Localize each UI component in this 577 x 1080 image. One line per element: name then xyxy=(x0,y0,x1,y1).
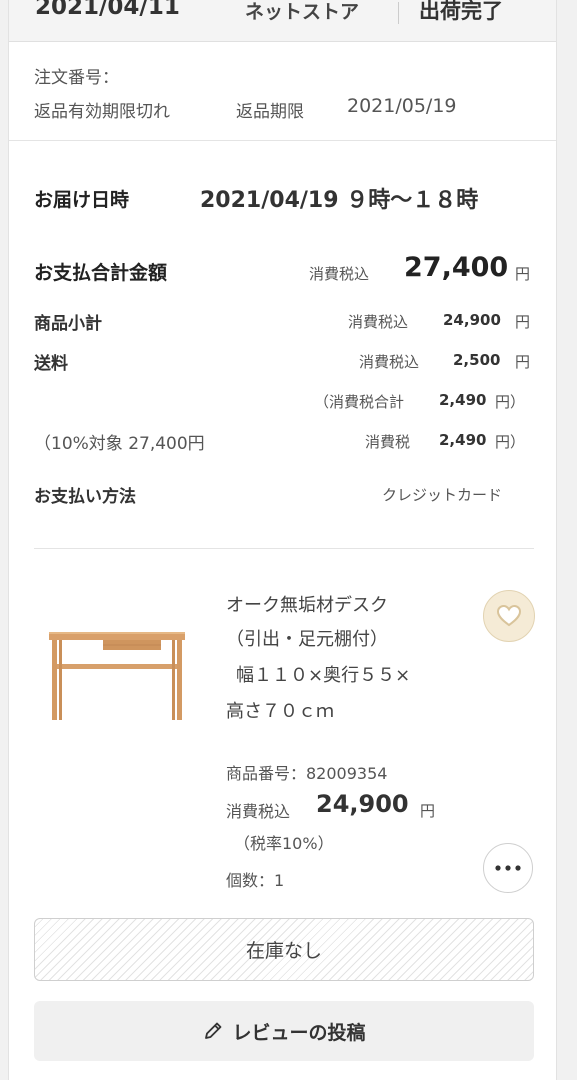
return-deadline: 2021/05/19 xyxy=(347,95,457,117)
more-dots-icon xyxy=(495,865,521,871)
tax-total-open: （消費税合計 xyxy=(314,393,405,411)
more-options-button[interactable] xyxy=(483,843,533,893)
header-divider xyxy=(398,2,399,24)
total-tax-label: 消費税込 xyxy=(309,265,370,283)
order-header: 2021/04/11 ネットストア 出荷完了 xyxy=(9,0,556,42)
pencil-icon xyxy=(205,1022,222,1039)
subtotal-label: 商品小計 xyxy=(34,314,102,334)
favorite-button[interactable] xyxy=(483,590,535,642)
return-deadline-label: 返品期限 xyxy=(236,102,304,122)
order-number-label: 注文番号： xyxy=(34,68,119,88)
shipping-value: 2,500 xyxy=(453,351,501,369)
payment-method-label: お支払い方法 xyxy=(34,487,136,507)
shipping-yen: 円 xyxy=(515,353,531,371)
order-card: 2021/04/11 ネットストア 出荷完了 注文番号： 返品有効期限切れ 返品… xyxy=(8,0,557,1080)
product-name-line2[interactable]: （引出・足元棚付） xyxy=(226,626,388,653)
total-label: お支払合計金額 xyxy=(34,262,168,284)
total-value: 27,400 xyxy=(404,252,509,283)
tax-rate: （税率10%） xyxy=(234,834,334,853)
subtotal-yen: 円 xyxy=(515,313,531,331)
price-tax-label: 消費税込 xyxy=(226,802,291,821)
delivery-label: お届け日時 xyxy=(34,189,130,211)
tax-total-value: 2,490 xyxy=(439,391,487,409)
delivery-datetime: 2021/04/19 ９時〜１８時 xyxy=(200,188,479,213)
order-date: 2021/04/11 xyxy=(35,0,180,20)
product-price-yen: 円 xyxy=(420,802,436,820)
tax-value: 2,490 xyxy=(439,431,487,449)
return-status: 返品有効期限切れ xyxy=(34,102,170,122)
product-name-line3[interactable]: 幅１１０×奥行５５× xyxy=(236,662,410,689)
shipping-status: 出荷完了 xyxy=(419,0,503,23)
post-review-button[interactable]: レビューの投稿 xyxy=(34,1001,534,1061)
total-yen: 円 xyxy=(515,265,531,283)
store-type: ネットストア xyxy=(245,1,360,23)
shipping-label: 送料 xyxy=(34,354,68,374)
quantity: 個数：1 xyxy=(226,871,285,890)
payment-method-value: クレジットカード xyxy=(382,486,503,504)
tax-label: 消費税 xyxy=(365,433,411,451)
heart-icon xyxy=(496,604,522,627)
product-price: 24,900 xyxy=(316,790,409,818)
product-name-line1[interactable]: オーク無垢材デスク xyxy=(226,592,388,619)
product-image[interactable] xyxy=(47,628,187,728)
shipping-tax-label: 消費税込 xyxy=(359,353,420,371)
tax-total-close: 円） xyxy=(495,393,526,411)
divider xyxy=(34,548,534,549)
out-of-stock-label: 在庫なし xyxy=(245,940,322,962)
post-review-label: レビューの投稿 xyxy=(232,1021,366,1044)
tax-target: （10%対象 27,400円 xyxy=(34,434,205,454)
product-name-line4[interactable]: 高さ７０ｃｍ xyxy=(226,698,334,725)
product-number: 商品番号：82009354 xyxy=(226,764,388,783)
out-of-stock-button: 在庫なし xyxy=(34,918,534,981)
tax-close: 円） xyxy=(495,433,526,451)
subtotal-tax-label: 消費税込 xyxy=(348,313,409,331)
subtotal-value: 24,900 xyxy=(443,311,501,329)
divider xyxy=(9,140,556,141)
